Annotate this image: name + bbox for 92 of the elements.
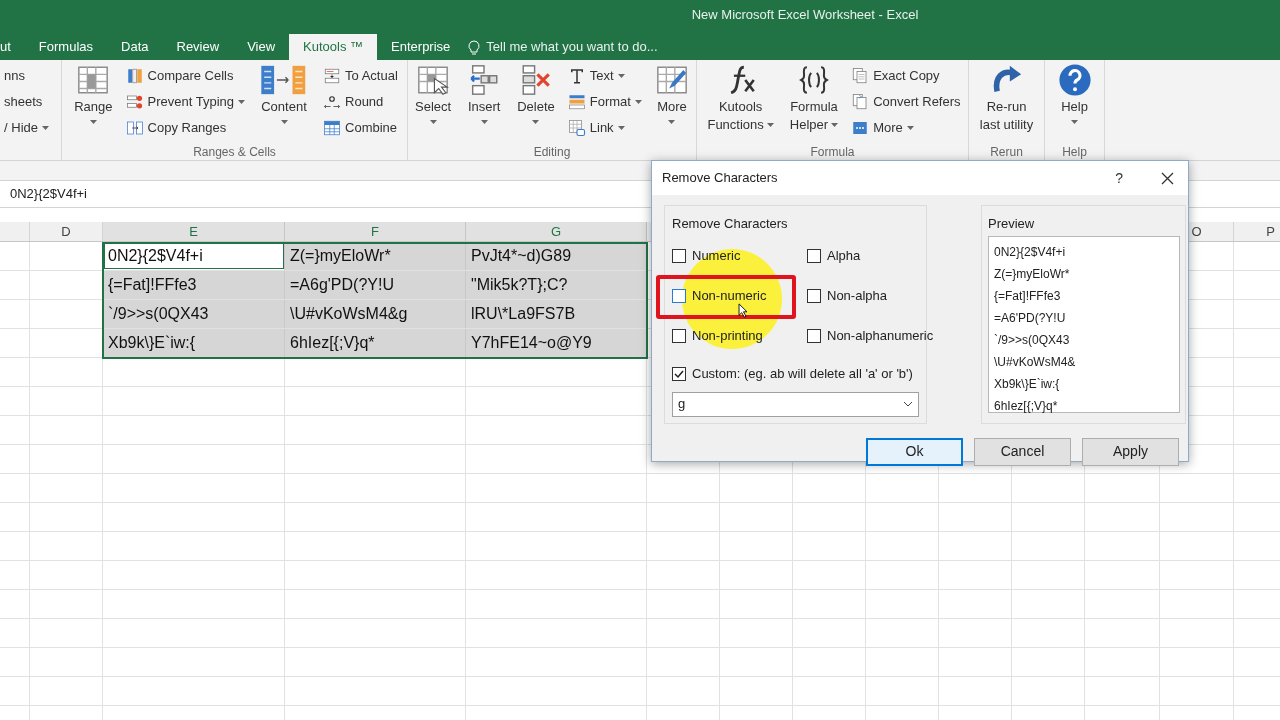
columns-icon (125, 66, 144, 85)
ribbon-button[interactable]: More (649, 60, 694, 128)
ribbon-button[interactable]: Content (253, 60, 315, 128)
group-title: Preview (988, 215, 1036, 233)
ribbon-button[interactable]: Delete (512, 60, 560, 128)
help-icon (1057, 63, 1092, 97)
dialog-button[interactable]: Apply (1082, 437, 1179, 466)
table-cell[interactable]: `/9>>s(0QX43 (103, 300, 285, 328)
table-cell[interactable]: 6hIez[{;V}q* (285, 329, 466, 357)
formula-to-value-icon (323, 66, 341, 85)
option-checkbox[interactable]: Non-alphanumeric (807, 326, 934, 346)
group-label: Editing (532, 144, 572, 160)
chevron-down-icon (903, 401, 913, 407)
formula-bar-value[interactable]: 0N2}{2$V4f+i (10, 184, 87, 204)
ribbon-button[interactable]: Copy Ranges (123, 116, 247, 139)
table-cell[interactable]: Z(=}myEloWr* (285, 242, 466, 270)
table-cell[interactable]: Xb9k\}E`iw:{ (103, 329, 285, 357)
table-cell[interactable]: =A6g'PD(?Y!U (285, 271, 466, 299)
table-cell[interactable]: "Mik5k?T};C? (466, 271, 647, 299)
ribbon-button[interactable]: Insert (462, 60, 507, 128)
lightbulb-icon (468, 39, 481, 55)
mouse-pointer-icon (738, 303, 748, 318)
table-cell[interactable]: 0N2}{2$V4f+i (103, 242, 285, 270)
help-button[interactable]: ? (1115, 167, 1123, 189)
ribbon-button[interactable]: Select (410, 60, 457, 128)
ribbon-button[interactable]: Re-run last utility (974, 60, 1039, 134)
ribbon-button[interactable]: sheets (2, 90, 51, 113)
preview-line: =A6'PD(?Y!U (994, 310, 1067, 327)
table-cell[interactable]: PvJt4*~d)G89 (466, 242, 647, 270)
column-header[interactable]: G (466, 222, 647, 241)
ribbon-button[interactable]: Combine (321, 116, 400, 139)
table-cell[interactable]: {=Fat]!FFfe3 (103, 271, 285, 299)
ribbon-button[interactable]: Range (69, 60, 118, 128)
ribbon-button[interactable]: Text (565, 64, 644, 87)
window-title: New Microsoft Excel Worksheet - Excel (691, 6, 919, 25)
ribbon-tab[interactable]: Data (107, 34, 163, 60)
custom-combo-field[interactable]: g (672, 391, 919, 417)
preview-line: 0N2}{2$V4f+i (994, 244, 1067, 261)
custom-checkbox[interactable]: Custom: (eg. ab will delete all 'a' or 'b') (672, 364, 919, 384)
preview-line: \U#vKoWsM4& (994, 354, 1077, 371)
dialog-title: Remove Characters (662, 169, 778, 188)
ribbon-button[interactable]: Round (321, 90, 400, 113)
table-cell[interactable]: \U#vKoWsM4&g (285, 300, 466, 328)
preview-line: Xb9k\}E`iw:{ (994, 376, 1061, 393)
checkmark-icon (674, 368, 684, 379)
ribbon-tab[interactable]: Review (162, 34, 234, 60)
column-header[interactable]: P (1234, 222, 1280, 241)
ribbon-button[interactable]: Compare Cells (123, 64, 247, 87)
ribbon-tab[interactable]: Enterprise (377, 34, 465, 60)
ribbon-tab[interactable]: View (233, 34, 290, 60)
group-label: Help (1061, 144, 1088, 160)
copy-ranges-icon (125, 118, 144, 137)
ribbon-button[interactable]: nns (2, 64, 51, 87)
group-label: Rerun (989, 144, 1024, 160)
table-icon (323, 118, 341, 137)
ribbon-tab[interactable]: ut (0, 34, 25, 60)
option-checkbox[interactable]: Non-numeric (672, 286, 767, 306)
table-cell[interactable]: lRU\*La9FS7B (466, 300, 647, 328)
option-checkbox[interactable]: Alpha (807, 246, 861, 266)
copy-document-icon (851, 66, 870, 85)
ribbon-button[interactable]: Prevent Typing (123, 90, 247, 113)
dialog-button[interactable]: Ok (866, 437, 963, 466)
ribbon-tab[interactable]: Formulas (24, 34, 108, 60)
group-label: Ranges & Cells (192, 144, 277, 160)
option-checkbox[interactable]: Non-alpha (807, 286, 887, 306)
dialog-button[interactable]: Cancel (974, 437, 1071, 466)
column-header[interactable]: F (285, 222, 466, 241)
preview-line: {=Fat]!FFfe3 (994, 288, 1062, 305)
column-header[interactable]: E (103, 222, 285, 241)
ribbon-button[interactable]: Convert Refers (849, 90, 963, 113)
preview-line: 6hIez[{;V}q* (994, 398, 1059, 415)
link-table-icon (567, 118, 586, 137)
ribbon-button[interactable]: More (849, 116, 963, 139)
group-label: Formula (809, 144, 856, 160)
ribbon-button[interactable]: Help (1052, 60, 1097, 128)
ribbon-button[interactable]: / Hide (2, 116, 51, 139)
close-icon[interactable] (1161, 171, 1174, 185)
block-cells-icon (125, 92, 144, 111)
tell-me-field[interactable]: Tell me what you want to do... (468, 34, 658, 60)
convert-document-icon (851, 92, 870, 111)
ribbon-button[interactable]: Kutools Functions (702, 60, 779, 134)
ribbon-button[interactable]: Exact Copy (849, 64, 963, 87)
table-cell[interactable]: Y7hFE14~o@Y9 (466, 329, 647, 357)
ribbon-button[interactable]: Link (565, 116, 644, 139)
ribbon-button[interactable]: Format (565, 90, 644, 113)
format-rows-icon (567, 92, 586, 111)
ribbon-tab[interactable]: Kutools ™ (289, 34, 378, 60)
preview-line: `/9>>s(0QX43 (994, 332, 1071, 349)
ribbon-button[interactable]: To Actual (321, 64, 400, 87)
group-title: Remove Characters (672, 215, 789, 233)
preview-line: Z(=}myEloWr* (994, 266, 1071, 283)
ribbon-button[interactable]: Formula Helper (784, 60, 844, 134)
